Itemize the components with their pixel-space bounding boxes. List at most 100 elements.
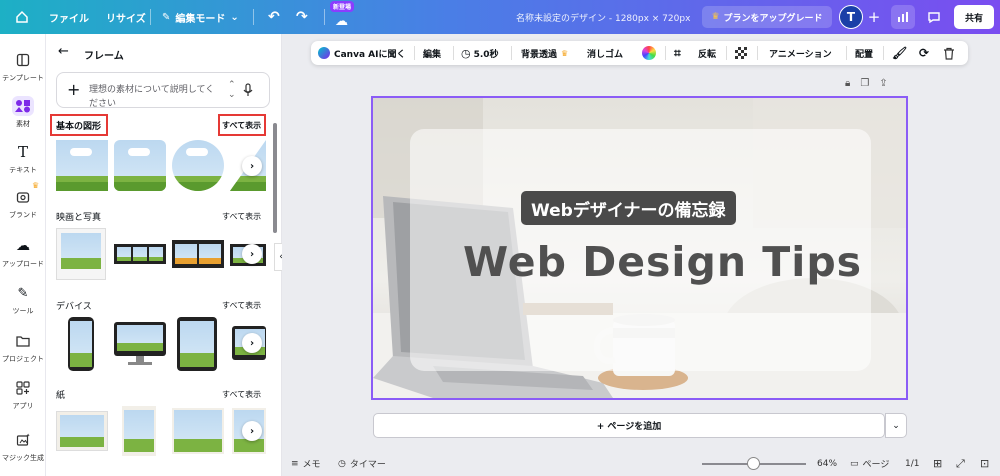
chevron-right-icon[interactable]: › — [242, 333, 262, 353]
see-all-link[interactable]: すべて表示 — [222, 211, 261, 222]
transparency-icon[interactable] — [735, 41, 747, 65]
crown-icon: ♛ — [711, 12, 720, 22]
canva-ai-icon — [318, 47, 330, 59]
rail-item-text[interactable]: T テキスト — [0, 142, 46, 175]
frame-thumbnail[interactable] — [172, 140, 224, 191]
rail-item-magic[interactable]: ✦ マジック生成 — [0, 430, 46, 463]
paper-thumbnail[interactable] — [56, 411, 108, 451]
pages-button[interactable]: ▭ ページ — [850, 451, 889, 476]
resize-menu[interactable]: リサイズ — [106, 0, 146, 34]
frame-thumbnail[interactable] — [56, 140, 108, 191]
position-button[interactable]: 配置 — [855, 41, 873, 65]
add-page-options[interactable]: ⌄ — [885, 413, 907, 438]
add-comment-icon[interactable]: ⟳ — [919, 41, 929, 65]
home-button[interactable] — [10, 5, 34, 29]
duplicate-page-icon[interactable]: ❐ — [860, 78, 869, 89]
zoom-slider-handle[interactable] — [747, 457, 760, 470]
trash-icon[interactable] — [943, 41, 955, 65]
rail-label: テンプレート — [2, 74, 44, 82]
see-all-link[interactable]: すべて表示 — [222, 300, 261, 311]
sort-icon[interactable]: ⌃ ⌄ — [228, 80, 236, 100]
chevron-right-icon[interactable]: › — [242, 421, 262, 441]
frame-thumbnail[interactable] — [172, 240, 224, 268]
duration-label: 5.0秒 — [473, 49, 499, 60]
section-title: 基本の図形 — [56, 122, 102, 132]
frame-thumbnail[interactable] — [114, 244, 166, 264]
apps-icon — [12, 378, 34, 398]
chevron-right-icon[interactable]: › — [242, 244, 262, 264]
canva-ai-label: Canva AIに聞く — [334, 49, 406, 60]
paper-thumbnail[interactable] — [122, 406, 156, 456]
microphone-icon[interactable] — [243, 83, 253, 97]
timer-button[interactable]: ◷ タイマー — [338, 451, 386, 476]
add-page-button[interactable]: + ページを追加 — [373, 413, 885, 438]
insights-button[interactable] — [891, 5, 915, 29]
search-placeholder: 理想の素材について説明してください — [89, 85, 215, 109]
rail-item-elements[interactable]: 素材 — [0, 96, 46, 129]
rail-item-tools[interactable]: ✎ ツール — [0, 283, 46, 316]
see-all-link[interactable]: すべて表示 — [222, 120, 261, 131]
lock-icon[interactable]: 🔒︎ — [845, 78, 850, 89]
rail-label: アプリ — [12, 402, 34, 410]
grid-view-icon[interactable]: ⊞ — [933, 451, 942, 476]
upload-icon: ☁ — [16, 238, 30, 254]
back-arrow-icon[interactable]: ← — [58, 44, 69, 59]
document-name[interactable]: 名称未設定のデザイン - 1280px × 720px — [516, 0, 690, 34]
device-thumbnail-phone[interactable] — [68, 317, 94, 371]
paint-format-icon[interactable]: 🖌 — [892, 41, 907, 65]
device-thumbnail-monitor[interactable] — [114, 322, 166, 366]
eraser-button[interactable]: 消しゴム — [587, 41, 623, 65]
device-thumbnail-tablet[interactable] — [177, 317, 217, 371]
rail-label: 素材 — [16, 120, 30, 128]
notes-button[interactable]: ≡ メモ — [291, 451, 321, 476]
design-subtitle[interactable]: Webデザイナーの備忘録 — [521, 191, 736, 225]
rail-item-upload[interactable]: ☁ アップロード — [0, 236, 46, 269]
rail-item-templates[interactable]: テンプレート — [0, 50, 46, 83]
crop-icon[interactable]: ⌗ — [674, 41, 681, 65]
brand-icon — [12, 187, 34, 207]
add-page-icon[interactable]: ⇪ — [879, 78, 887, 89]
frame-thumbnail[interactable] — [114, 140, 166, 191]
undo-icon[interactable]: ↶ — [268, 0, 280, 34]
design-page[interactable]: Webデザイナーの備忘録 Web Design Tips — [371, 96, 908, 400]
rail-item-projects[interactable]: プロジェクト — [0, 331, 46, 364]
rail-label: ブランド — [9, 211, 37, 219]
panel-scrollbar[interactable] — [273, 123, 277, 233]
help-bot-icon[interactable]: ⊡ — [980, 451, 989, 476]
cloud-sync-icon[interactable]: ☁ — [335, 4, 348, 38]
duration-button[interactable]: ◷ 5.0秒 — [461, 41, 499, 65]
upgrade-button[interactable]: ♛ プランをアップグレード — [702, 6, 832, 28]
paper-thumbnail[interactable] — [172, 408, 224, 454]
canva-ai-button[interactable]: Canva AIに聞く — [318, 41, 405, 65]
see-all-link[interactable]: すべて表示 — [222, 389, 261, 400]
redo-icon[interactable]: ↷ — [296, 0, 308, 34]
timer-label: タイマー — [349, 460, 386, 470]
animation-button[interactable]: アニメーション — [769, 41, 832, 65]
avatar[interactable]: T — [839, 5, 863, 29]
design-title[interactable]: Web Design Tips — [463, 238, 861, 286]
edit-button[interactable]: 編集 — [423, 41, 441, 65]
color-picker-icon[interactable] — [642, 41, 656, 65]
chevron-right-icon[interactable]: › — [242, 156, 262, 176]
notes-label: メモ — [302, 460, 321, 470]
chevron-down-icon: ⌄ — [892, 420, 900, 431]
rail-label: マジック生成 — [2, 454, 44, 462]
zoom-level[interactable]: 64% — [817, 451, 837, 476]
rail-item-apps[interactable]: アプリ — [0, 378, 46, 411]
context-toolbar: Canva AIに聞く 編集 ◷ 5.0秒 背景透過 ♛ 消しゴム ⌗ 反転 ア… — [311, 41, 968, 65]
template-icon — [12, 50, 34, 70]
rail-item-brand[interactable]: ブランド ♛ — [0, 181, 46, 220]
background-remover-button[interactable]: 背景透過 ♛ — [521, 41, 568, 65]
frame-thumbnail[interactable] — [56, 228, 106, 280]
tools-icon: ✎ — [17, 285, 29, 301]
file-menu[interactable]: ファイル — [49, 0, 89, 34]
crown-icon: ♛ — [561, 48, 569, 58]
flip-button[interactable]: 反転 — [698, 41, 716, 65]
notes-icon: ≡ — [291, 458, 299, 469]
fullscreen-icon[interactable]: ⤢ — [956, 451, 965, 476]
share-button[interactable]: 共有 — [954, 5, 994, 29]
comment-button[interactable] — [922, 5, 946, 29]
search-input[interactable]: + 理想の素材について説明してください ⌃ ⌄ — [56, 72, 270, 109]
add-collaborator-button[interactable]: + — [862, 5, 886, 29]
edit-mode-dropdown[interactable]: ✎ 編集モード ⌄ — [162, 0, 239, 34]
